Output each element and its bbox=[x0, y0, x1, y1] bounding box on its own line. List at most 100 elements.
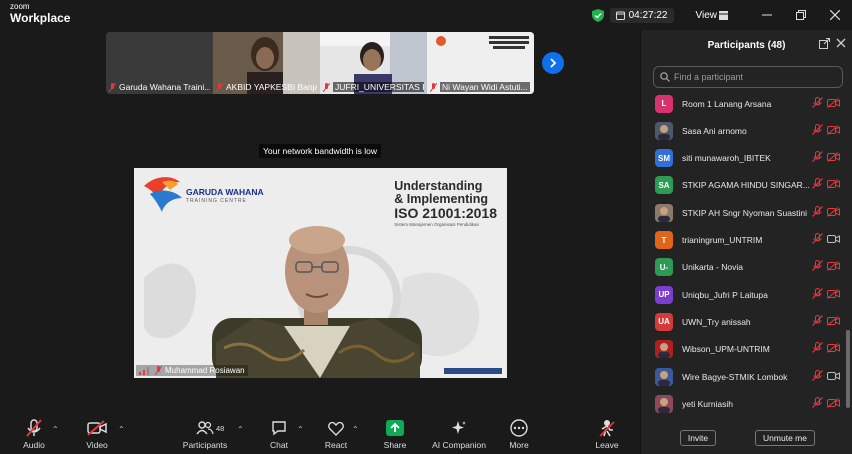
mic-muted-icon bbox=[812, 95, 823, 113]
participant-row[interactable]: SA STKIP AGAMA HINDU SINGAR... bbox=[641, 172, 845, 199]
thumbnail-name: Ni Wayan Widi Astuti... bbox=[440, 82, 530, 92]
share-label: Share bbox=[383, 440, 407, 450]
meeting-stage: Garuda Wahana Traini... AKBID YAPKESBI B… bbox=[0, 30, 640, 416]
audio-options-caret[interactable]: ⌃ bbox=[52, 425, 59, 434]
timer-text: 04:27:22 bbox=[628, 9, 668, 21]
next-page-button[interactable] bbox=[542, 52, 564, 74]
camera-off-icon bbox=[827, 395, 840, 413]
active-speaker-video[interactable]: GARUDA WAHANA TRAINING CENTRE Understand… bbox=[134, 168, 507, 378]
slide-logo: GARUDA WAHANA TRAINING CENTRE bbox=[186, 188, 264, 204]
participant-row[interactable]: STKIP AH Sngr Nyoman Suastini bbox=[641, 199, 845, 226]
camera-off-icon bbox=[827, 313, 840, 331]
participant-row[interactable]: Wibson_UPM-UNTRIM bbox=[641, 336, 845, 363]
invite-button[interactable]: Invite bbox=[680, 430, 716, 446]
meeting-timer: 04:27:22 bbox=[609, 7, 674, 23]
participant-name: STKIP AH Sngr Nyoman Suastini bbox=[682, 207, 808, 218]
share-button[interactable]: Share bbox=[382, 418, 408, 450]
bandwidth-notice: Your network bandwidth is low bbox=[0, 144, 640, 158]
more-label: More bbox=[509, 440, 529, 450]
participant-row[interactable]: UA UWN_Try anissah bbox=[641, 308, 845, 335]
mic-muted-icon bbox=[812, 286, 823, 304]
minimize-button[interactable] bbox=[750, 0, 784, 30]
participant-name: Sasa Ani arnomo bbox=[682, 125, 747, 136]
participants-count: 48 bbox=[216, 424, 225, 433]
app-logo: zoom Workplace bbox=[10, 3, 70, 25]
video-options-caret[interactable]: ⌃ bbox=[118, 425, 125, 434]
mic-muted-icon bbox=[812, 313, 823, 331]
thumbnail-strip: Garuda Wahana Traini... AKBID YAPKESBI B… bbox=[106, 32, 534, 94]
slide-title-line4: Sistem Manajemen Organisasi Pendidikan bbox=[394, 221, 480, 227]
participant-row[interactable]: SM siti munawaroh_IBITEK bbox=[641, 145, 845, 172]
sparkle-icon bbox=[452, 421, 466, 434]
participant-photo-avatar bbox=[655, 367, 673, 386]
participant-initials-avatar: SM bbox=[655, 149, 673, 168]
participant-search-input[interactable]: Find a participant bbox=[653, 66, 843, 88]
mic-muted-icon bbox=[430, 82, 437, 92]
leave-button[interactable]: Leave bbox=[594, 418, 620, 450]
participant-row[interactable]: UP Uniqbu_Jufri P Laitupa bbox=[641, 281, 845, 308]
speaker-name-tag: Muhammad Rosiawan bbox=[136, 365, 248, 376]
video-button[interactable]: Video bbox=[80, 418, 114, 450]
pop-out-icon[interactable] bbox=[819, 38, 830, 49]
audio-button[interactable]: Audio bbox=[16, 418, 52, 450]
camera-off-icon bbox=[827, 286, 840, 304]
shield-icon[interactable] bbox=[591, 8, 604, 22]
react-button[interactable]: React bbox=[322, 418, 350, 450]
restore-button[interactable] bbox=[784, 0, 818, 30]
speaker-name: Muhammad Rosiawan bbox=[165, 366, 245, 375]
ai-companion-button[interactable]: AI Companion bbox=[430, 418, 488, 450]
participant-photo-avatar bbox=[655, 394, 673, 413]
participant-row[interactable]: Ttrianingrum_UNTRIM bbox=[641, 227, 845, 254]
mic-muted-icon bbox=[812, 176, 823, 194]
meeting-toolbar: Audio ⌃ Video ⌃ Participants 48 ⌃ Chat ⌃… bbox=[0, 416, 640, 454]
mic-muted-icon bbox=[216, 82, 223, 92]
leave-label: Leave bbox=[595, 440, 619, 450]
video-thumbnail[interactable]: AKBID YAPKESBI Banja... bbox=[213, 32, 320, 94]
chat-label: Chat bbox=[270, 440, 288, 450]
participant-name: UWN_Try anissah bbox=[682, 316, 751, 327]
video-thumbnail[interactable]: Ni Wayan Widi Astuti... bbox=[427, 32, 534, 94]
participant-photo-avatar bbox=[655, 203, 673, 222]
participant-name: yeti Kurniasih bbox=[682, 398, 734, 409]
video-label: Video bbox=[86, 440, 108, 450]
participants-scrollbar[interactable] bbox=[846, 330, 850, 408]
audio-label: Audio bbox=[23, 440, 45, 450]
close-button[interactable] bbox=[818, 0, 852, 30]
view-grid-icon[interactable] bbox=[719, 10, 728, 20]
mic-muted-icon bbox=[812, 122, 823, 140]
mic-muted-icon bbox=[812, 258, 823, 276]
participant-initials-avatar: T bbox=[655, 231, 673, 249]
participant-row[interactable]: U- Unikarta - Novia bbox=[641, 254, 845, 281]
close-icon[interactable] bbox=[836, 38, 846, 48]
thumbnail-name: AKBID YAPKESBI Banja... bbox=[226, 82, 317, 92]
heart-icon bbox=[328, 421, 344, 436]
bandwidth-text: Your network bandwidth is low bbox=[258, 144, 382, 158]
unmute-me-button[interactable]: Unmute me bbox=[755, 430, 815, 446]
view-button[interactable]: View bbox=[696, 10, 718, 21]
camera-off-icon bbox=[827, 340, 840, 358]
more-button[interactable]: More bbox=[506, 418, 532, 450]
camera-off-icon bbox=[827, 204, 840, 222]
participants-button[interactable]: Participants bbox=[182, 418, 228, 450]
participants-panel: Participants (48) Find a participant L Ro… bbox=[640, 30, 852, 454]
react-options-caret[interactable]: ⌃ bbox=[352, 425, 359, 434]
participant-row[interactable]: Wire Bagye-STMIK Lombok bbox=[641, 363, 845, 390]
participant-name: Wire Bagye-STMIK Lombok bbox=[682, 371, 788, 382]
participants-icon bbox=[196, 421, 214, 435]
chat-options-caret[interactable]: ⌃ bbox=[297, 425, 304, 434]
participant-row[interactable]: Sasa Ani arnomo bbox=[641, 117, 845, 144]
participant-row[interactable]: L Room 1 Lanang Arsana bbox=[641, 90, 845, 117]
share-screen-icon bbox=[386, 420, 404, 436]
chat-button[interactable]: Chat bbox=[266, 418, 292, 450]
participant-row[interactable]: yeti Kurniasih bbox=[641, 390, 845, 417]
video-thumbnail[interactable]: Garuda Wahana Traini... bbox=[106, 32, 213, 94]
participant-initials-avatar: SA bbox=[655, 176, 673, 195]
panel-header: Participants (48) bbox=[641, 30, 852, 60]
participant-name: Room 1 Lanang Arsana bbox=[682, 98, 772, 109]
mic-muted-icon bbox=[812, 231, 823, 249]
participants-options-caret[interactable]: ⌃ bbox=[237, 425, 244, 434]
video-thumbnail[interactable]: JUFRI_UNIVERSITAS R... bbox=[320, 32, 427, 94]
participant-photo-avatar bbox=[655, 121, 673, 140]
more-icon bbox=[510, 419, 528, 437]
mic-muted-icon bbox=[323, 82, 330, 92]
